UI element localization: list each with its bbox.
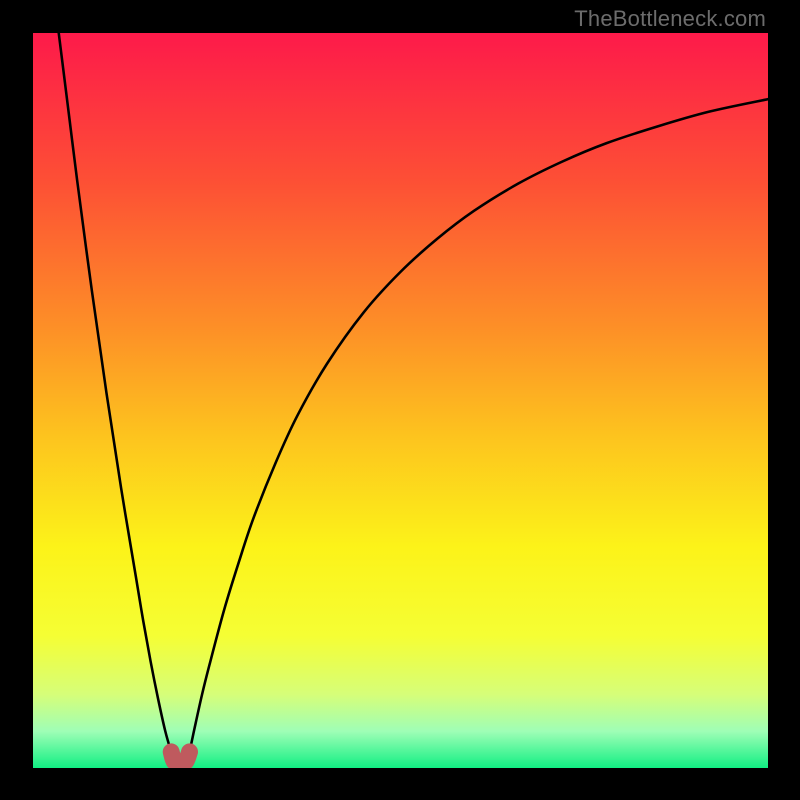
chart-frame: TheBottleneck.com: [0, 0, 800, 800]
plot-area: [33, 33, 768, 768]
bottom-u-marker: [171, 752, 189, 764]
curve-layer: [33, 33, 768, 768]
watermark-text: TheBottleneck.com: [574, 6, 766, 32]
curve-left-branch: [59, 33, 171, 752]
curve-right-branch: [190, 99, 768, 752]
